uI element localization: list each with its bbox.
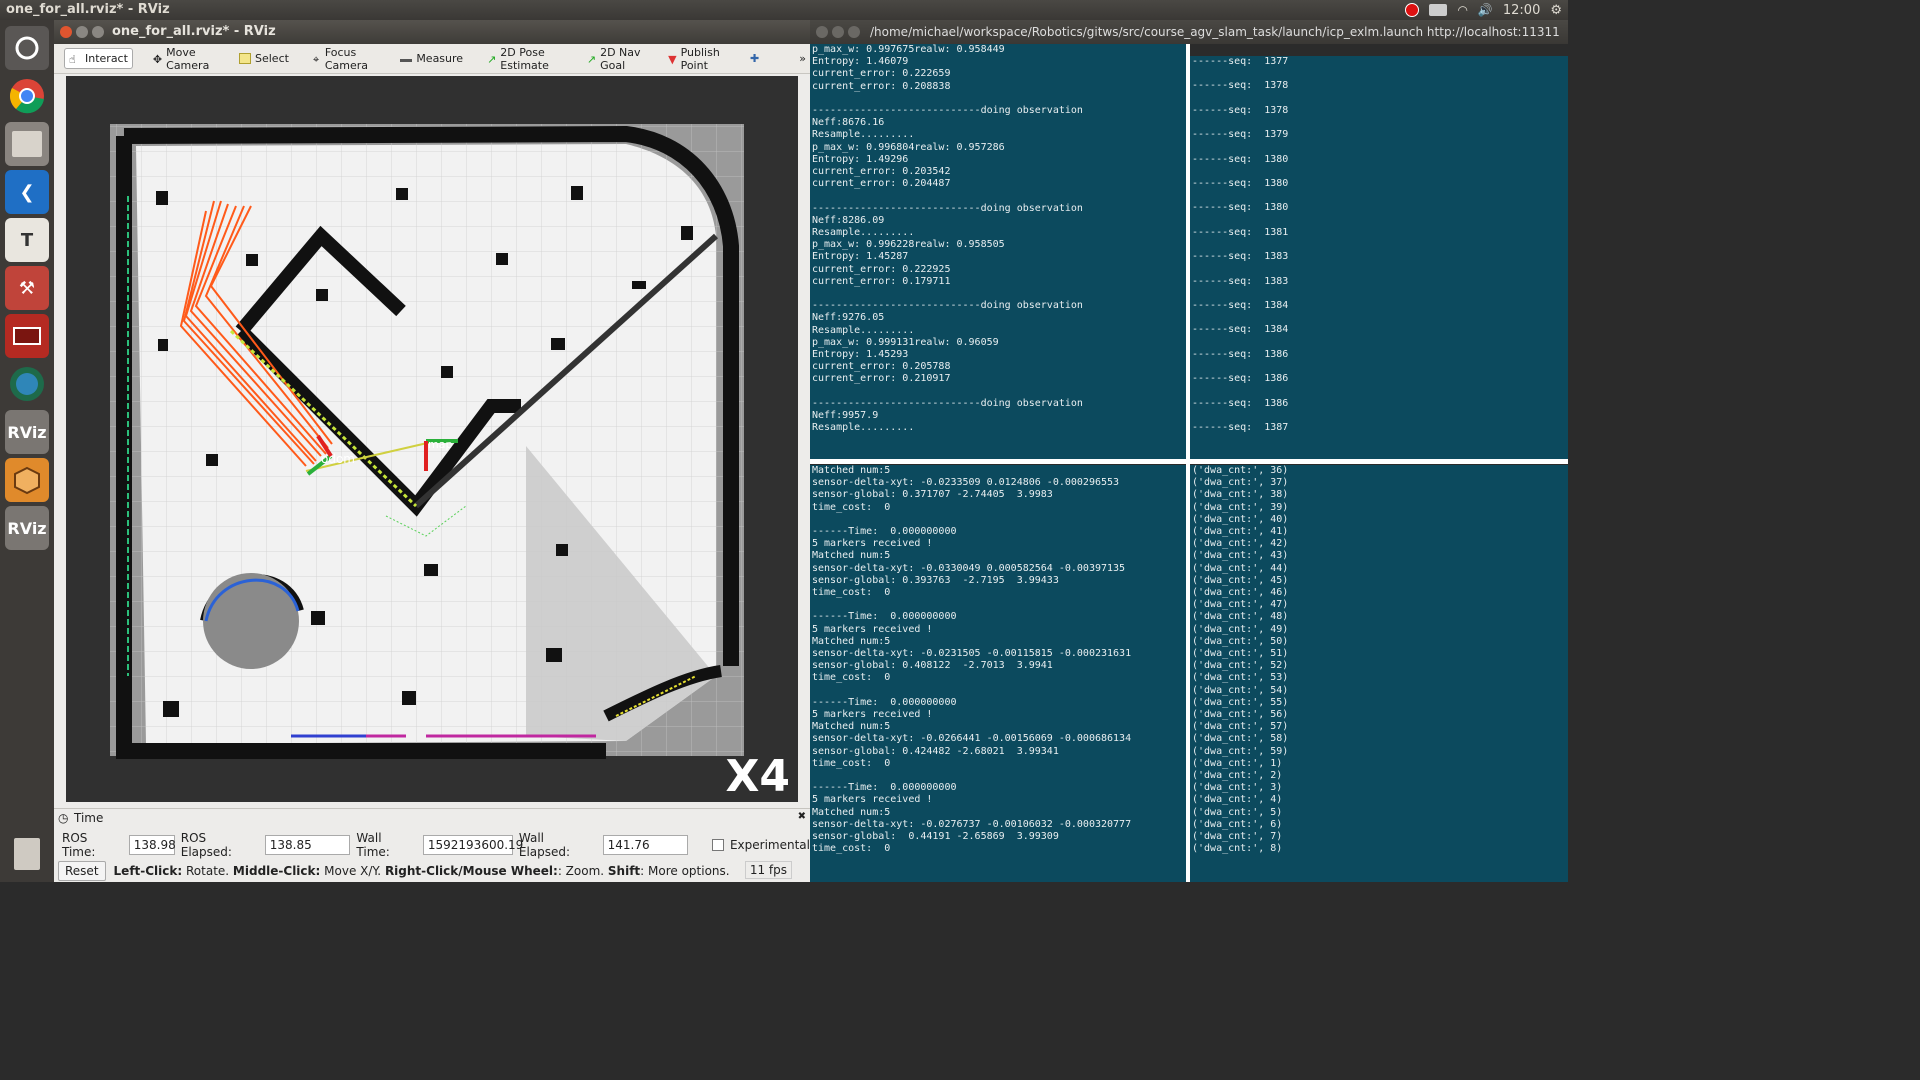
time-panel-title: Time [74,811,104,825]
tool-interact[interactable]: ☝ Interact [64,48,133,69]
wall-elapsed-label: Wall Elapsed: [518,831,571,859]
presentation-icon[interactable] [5,314,49,358]
settings-icon[interactable]: ⚒ [5,266,49,310]
close-button[interactable] [816,26,828,38]
reset-button[interactable]: Reset [58,861,106,881]
wall-time-label: Wall Time: [356,831,390,859]
minimize-button[interactable] [832,26,844,38]
map-label: map [428,438,452,451]
tool-focus-camera[interactable]: ⌖ Focus Camera [309,43,380,75]
experimental-checkbox[interactable] [712,839,724,851]
ros-time-field[interactable]: 138.98 [128,835,176,855]
map-pin-icon: ▼ [668,53,677,66]
rviz-title: one_for_all.rviz* - RViz [112,24,276,39]
launcher-bar: ❮ T ⚒ RViz RViz [0,20,54,882]
text-editor-icon[interactable]: T [5,218,49,262]
tool-move-camera[interactable]: ✥ Move Camera [149,43,219,75]
chrome-icon[interactable] [5,74,49,118]
volume-icon[interactable]: 🔊 [1478,3,1493,17]
trash-icon[interactable] [5,832,49,876]
files-icon[interactable] [5,122,49,166]
occupancy-map: odom map [110,124,744,759]
round-obstacle [203,573,299,669]
gear-icon[interactable]: ⚙ [1550,3,1562,18]
ros-elapsed-field[interactable]: 138.85 [264,835,351,855]
tool-2d-nav-goal[interactable]: ↗ 2D Nav Goal [583,43,648,75]
focus-icon: ⌖ [312,53,320,66]
rviz-icon[interactable]: RViz [5,506,49,550]
record-indicator-icon[interactable] [1405,3,1420,17]
odom-label: odom [321,452,355,466]
maximize-button[interactable] [848,26,860,38]
rviz-window: one_for_all.rviz* - RViz ☝ Interact ✥ Move… [54,20,810,882]
clock[interactable]: 12:00 [1503,3,1540,18]
rviz-toolbar: ☝ Interact ✥ Move Camera Select ⌖ Focus Cam… [54,44,810,74]
system-tray: ◠ 🔊 12:00 ⚙ [1405,0,1568,20]
tool-measure[interactable]: Measure [396,49,467,68]
time-panel: ◷ Time ✖ ROS Time: 138.98 ROS Elapsed: 1… [54,808,810,882]
clock-icon: ◷ [58,811,69,825]
select-icon [239,53,251,64]
tool-2d-pose-estimate[interactable]: ↗ 2D Pose Estimate [483,43,567,75]
terminal-pane-icp[interactable]: Matched num:5 sensor-delta-xyt: -0.02335… [810,465,1186,882]
plus-icon: ✚ [750,52,760,65]
wall-time-field[interactable]: 1592193600.19 [422,835,523,855]
globe-icon[interactable] [5,362,49,406]
tool-publish-point[interactable]: ▼ Publish Point [664,43,730,75]
chevron-right-icon: » [799,52,806,65]
vscode-icon[interactable]: ❮ [5,170,49,214]
rviz-titlebar: one_for_all.rviz* - RViz [54,20,810,44]
ros-time-label: ROS Time: [62,831,96,859]
minimize-button[interactable] [76,26,88,38]
rviz-icon[interactable]: RViz [5,410,49,454]
fps-counter: 11 fps [744,861,792,879]
package-icon[interactable] [5,458,49,502]
add-tool-button[interactable]: ✚ [746,49,763,68]
maximize-button[interactable] [92,26,104,38]
green-arrow-icon: ↗ [487,53,497,66]
move-camera-icon: ✥ [152,53,163,66]
wifi-icon[interactable]: ◠ [1457,3,1467,17]
wall-elapsed-field[interactable]: 141.76 [602,835,689,855]
terminal-pane-seq[interactable]: ------seq: 1377 ------seq: 1378 ------se… [1190,56,1568,459]
ruler-icon [400,55,413,62]
terminal-pane-particle-filter[interactable]: p_max_w: 0.997675realw: 0.958449 Entropy… [810,44,1186,459]
green-arrow-icon: ↗ [586,53,597,66]
experimental-label: Experimental [729,838,810,852]
3d-view[interactable]: odom map X4 [66,76,798,802]
speed-overlay: X4 [725,751,790,802]
panel-close-icon[interactable]: ✖ [798,811,806,822]
status-hint: Reset Left-Click: Rotate. Middle-Click: … [58,861,730,881]
tool-select[interactable]: Select [235,49,293,68]
hand-icon: ☝ [69,53,76,66]
terminal-pane-dwa[interactable]: ('dwa_cnt:', 36) ('dwa_cnt:', 37) ('dwa_… [1190,465,1568,882]
toolbar-overflow-button[interactable]: » [795,49,810,68]
close-button[interactable] [60,26,72,38]
keyboard-icon[interactable] [1429,4,1448,16]
terminal-title: /home/michael/workspace/Robotics/gitws/s… [870,25,1560,39]
pane-divider[interactable] [810,459,1568,464]
ros-elapsed-label: ROS Elapsed: [180,831,232,859]
ubuntu-logo-icon[interactable] [5,26,49,70]
active-window-title: one_for_all.rviz* - RViz [6,2,170,17]
terminal-titlebar: /home/michael/workspace/Robotics/gitws/s… [810,20,1568,44]
system-top-bar: one_for_all.rviz* - RViz ◠ 🔊 12:00 ⚙ [0,0,1568,20]
